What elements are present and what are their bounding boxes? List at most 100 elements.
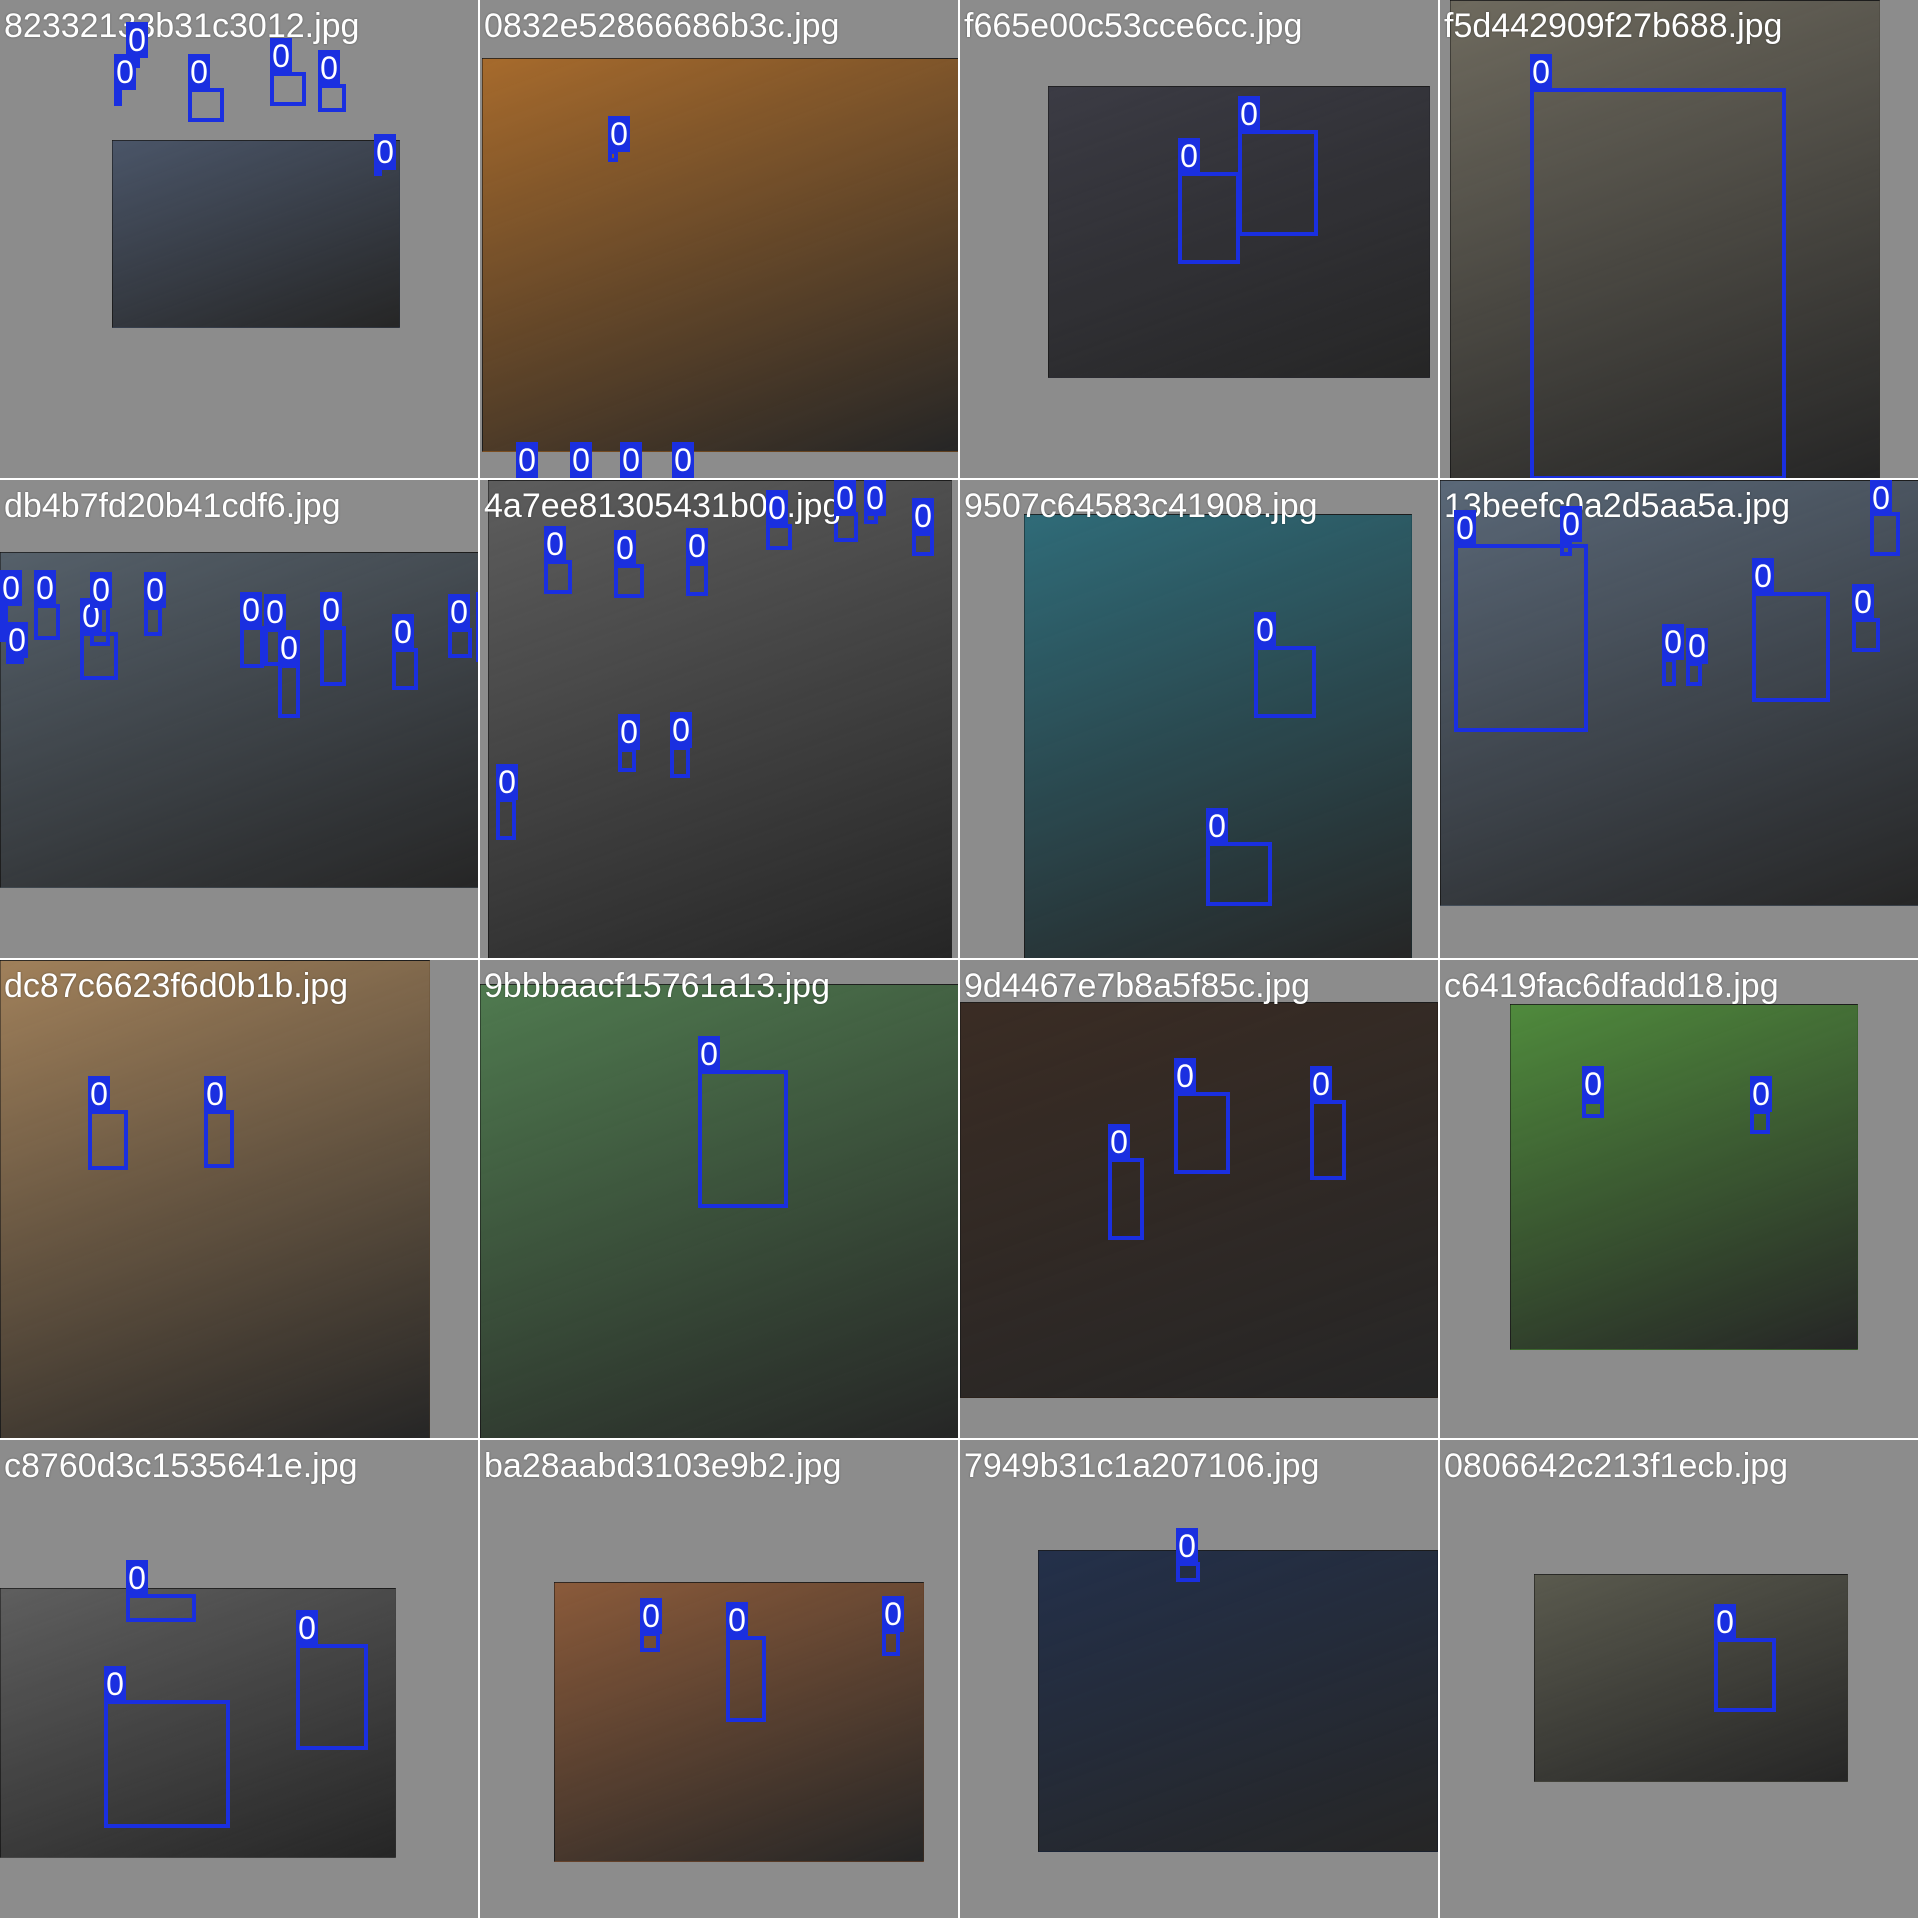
face-bounding-box [318, 84, 346, 112]
mosaic-tile: 9507c64583c41908.jpg 0 0 [960, 480, 1440, 960]
class-label-tag: 0 [570, 442, 592, 478]
face-bounding-box [320, 626, 346, 686]
class-label-tag: 0 [264, 594, 286, 630]
face-bounding-box [1454, 544, 1588, 732]
class-label-tag: 0 [144, 572, 166, 608]
mosaic-tile: 82332133b31c3012.jpg 0 0 0 0 0 0 [0, 0, 480, 480]
face-bounding-box [1174, 1092, 1230, 1174]
mosaic-tile: 0832e52866686b3c.jpg 0 0 0 0 0 [480, 0, 960, 480]
face-bounding-box [114, 88, 122, 106]
face-bounding-box [496, 798, 516, 840]
class-label-tag: 0 [726, 1602, 748, 1638]
class-label-tag: 0 [374, 134, 396, 170]
class-label-tag: 0 [672, 442, 694, 478]
class-label-tag: 0 [126, 22, 148, 58]
mosaic-tile: c6419fac6dfadd18.jpg 0 0 [1440, 960, 1920, 1440]
image-filename: 0832e52866686b3c.jpg [484, 7, 840, 45]
face-bounding-box [640, 1632, 660, 1652]
class-label-tag: 0 [1752, 558, 1774, 594]
face-bounding-box [1560, 540, 1572, 556]
face-bounding-box [544, 560, 572, 594]
class-label-tag: 0 [608, 116, 630, 152]
face-bounding-box [204, 1110, 234, 1168]
class-label-tag: 0 [1174, 1058, 1196, 1094]
class-label-tag: 0 [1714, 1604, 1736, 1640]
class-label-tag: 0 [296, 1610, 318, 1646]
face-bounding-box [698, 1070, 788, 1208]
class-label-tag: 0 [544, 526, 566, 562]
face-bounding-box [1752, 592, 1830, 702]
photo-thumbnail [480, 984, 958, 1438]
class-label-tag: 0 [1178, 138, 1200, 174]
class-label-tag: 0 [188, 54, 210, 90]
face-bounding-box [104, 1700, 230, 1828]
photo-thumbnail [1510, 1004, 1858, 1350]
image-filename: 7949b31c1a207106.jpg [964, 1447, 1320, 1485]
face-bounding-box [614, 564, 644, 598]
class-label-tag: 0 [912, 498, 934, 534]
class-label-tag: 0 [320, 592, 342, 628]
face-bounding-box [882, 1630, 900, 1656]
class-label-tag: 0 [88, 1076, 110, 1112]
class-label-tag: 0 [278, 630, 300, 666]
class-label-tag: 0 [90, 572, 112, 608]
class-label-tag: 0 [270, 38, 292, 74]
class-label-tag: 0 [618, 714, 640, 750]
class-label-tag: 0 [1254, 612, 1276, 648]
class-label-tag: 0 [614, 530, 636, 566]
class-label-tag: 0 [864, 480, 886, 516]
face-bounding-box [448, 628, 472, 658]
photo-thumbnail [0, 960, 430, 1438]
face-bounding-box [726, 1636, 766, 1722]
class-label-tag: 0 [1176, 1528, 1198, 1564]
face-bounding-box [618, 748, 636, 772]
face-bounding-box [912, 532, 934, 556]
face-bounding-box [1108, 1158, 1144, 1240]
class-label-tag: 0 [1310, 1066, 1332, 1102]
image-filename: 82332133b31c3012.jpg [4, 7, 360, 45]
class-label-tag: 0 [1662, 624, 1684, 660]
image-filename: dc87c6623f6d0b1b.jpg [4, 967, 349, 1005]
face-bounding-box [270, 72, 306, 106]
class-label-tag: 0 [766, 490, 788, 526]
mosaic-tile: f5d442909f27b688.jpg 0 [1440, 0, 1920, 480]
mosaic-tile: f665e00c53cce6cc.jpg 0 0 [960, 0, 1440, 480]
mosaic-tile: ba28aabd3103e9b2.jpg 0 0 0 [480, 1440, 960, 1920]
face-bounding-box [1178, 172, 1240, 264]
face-bounding-box [1254, 646, 1316, 718]
photo-thumbnail [112, 140, 400, 328]
image-filename: f665e00c53cce6cc.jpg [964, 7, 1303, 45]
photo-thumbnail [960, 1002, 1438, 1398]
image-filename: 13beefc0a2d5aa5a.jpg [1444, 487, 1790, 525]
class-label-tag: 0 [882, 1596, 904, 1632]
class-label-tag: 0 [640, 1598, 662, 1634]
face-bounding-box [766, 524, 792, 550]
face-bounding-box [278, 664, 300, 718]
class-label-tag: 0 [1530, 54, 1552, 90]
face-bounding-box [34, 604, 60, 640]
class-label-tag: 0 [1206, 808, 1228, 844]
image-filename: 9507c64583c41908.jpg [964, 487, 1318, 525]
image-filename: c6419fac6dfadd18.jpg [1444, 967, 1779, 1005]
face-bounding-box [1310, 1100, 1346, 1180]
face-bounding-box [296, 1644, 368, 1750]
image-filename: 0806642c213f1ecb.jpg [1444, 1447, 1789, 1485]
class-label-tag: 0 [496, 764, 518, 800]
face-bounding-box [126, 1594, 196, 1622]
face-bounding-box [88, 1110, 128, 1170]
class-label-tag: 0 [204, 1076, 226, 1112]
mosaic-tile: 9d4467e7b8a5f85c.jpg 0 0 0 [960, 960, 1440, 1440]
class-label-tag: 0 [126, 1560, 148, 1596]
face-bounding-box [1206, 842, 1272, 906]
class-label-tag: 0 [34, 570, 56, 606]
class-label-tag: 0 [670, 712, 692, 748]
face-bounding-box [1852, 618, 1880, 652]
class-label-tag: 0 [1686, 628, 1708, 664]
class-label-tag: 0 [1560, 506, 1582, 542]
class-label-tag: 0 [104, 1666, 126, 1702]
mosaic-tile: 7949b31c1a207106.jpg 0 [960, 1440, 1440, 1920]
class-label-tag: 0 [1852, 584, 1874, 620]
class-label-tag: 0 [240, 592, 262, 628]
mosaic-tile: db4b7fd20b41cdf6.jpg0000000000000 [0, 480, 480, 960]
class-label-tag: 0 [318, 50, 340, 86]
